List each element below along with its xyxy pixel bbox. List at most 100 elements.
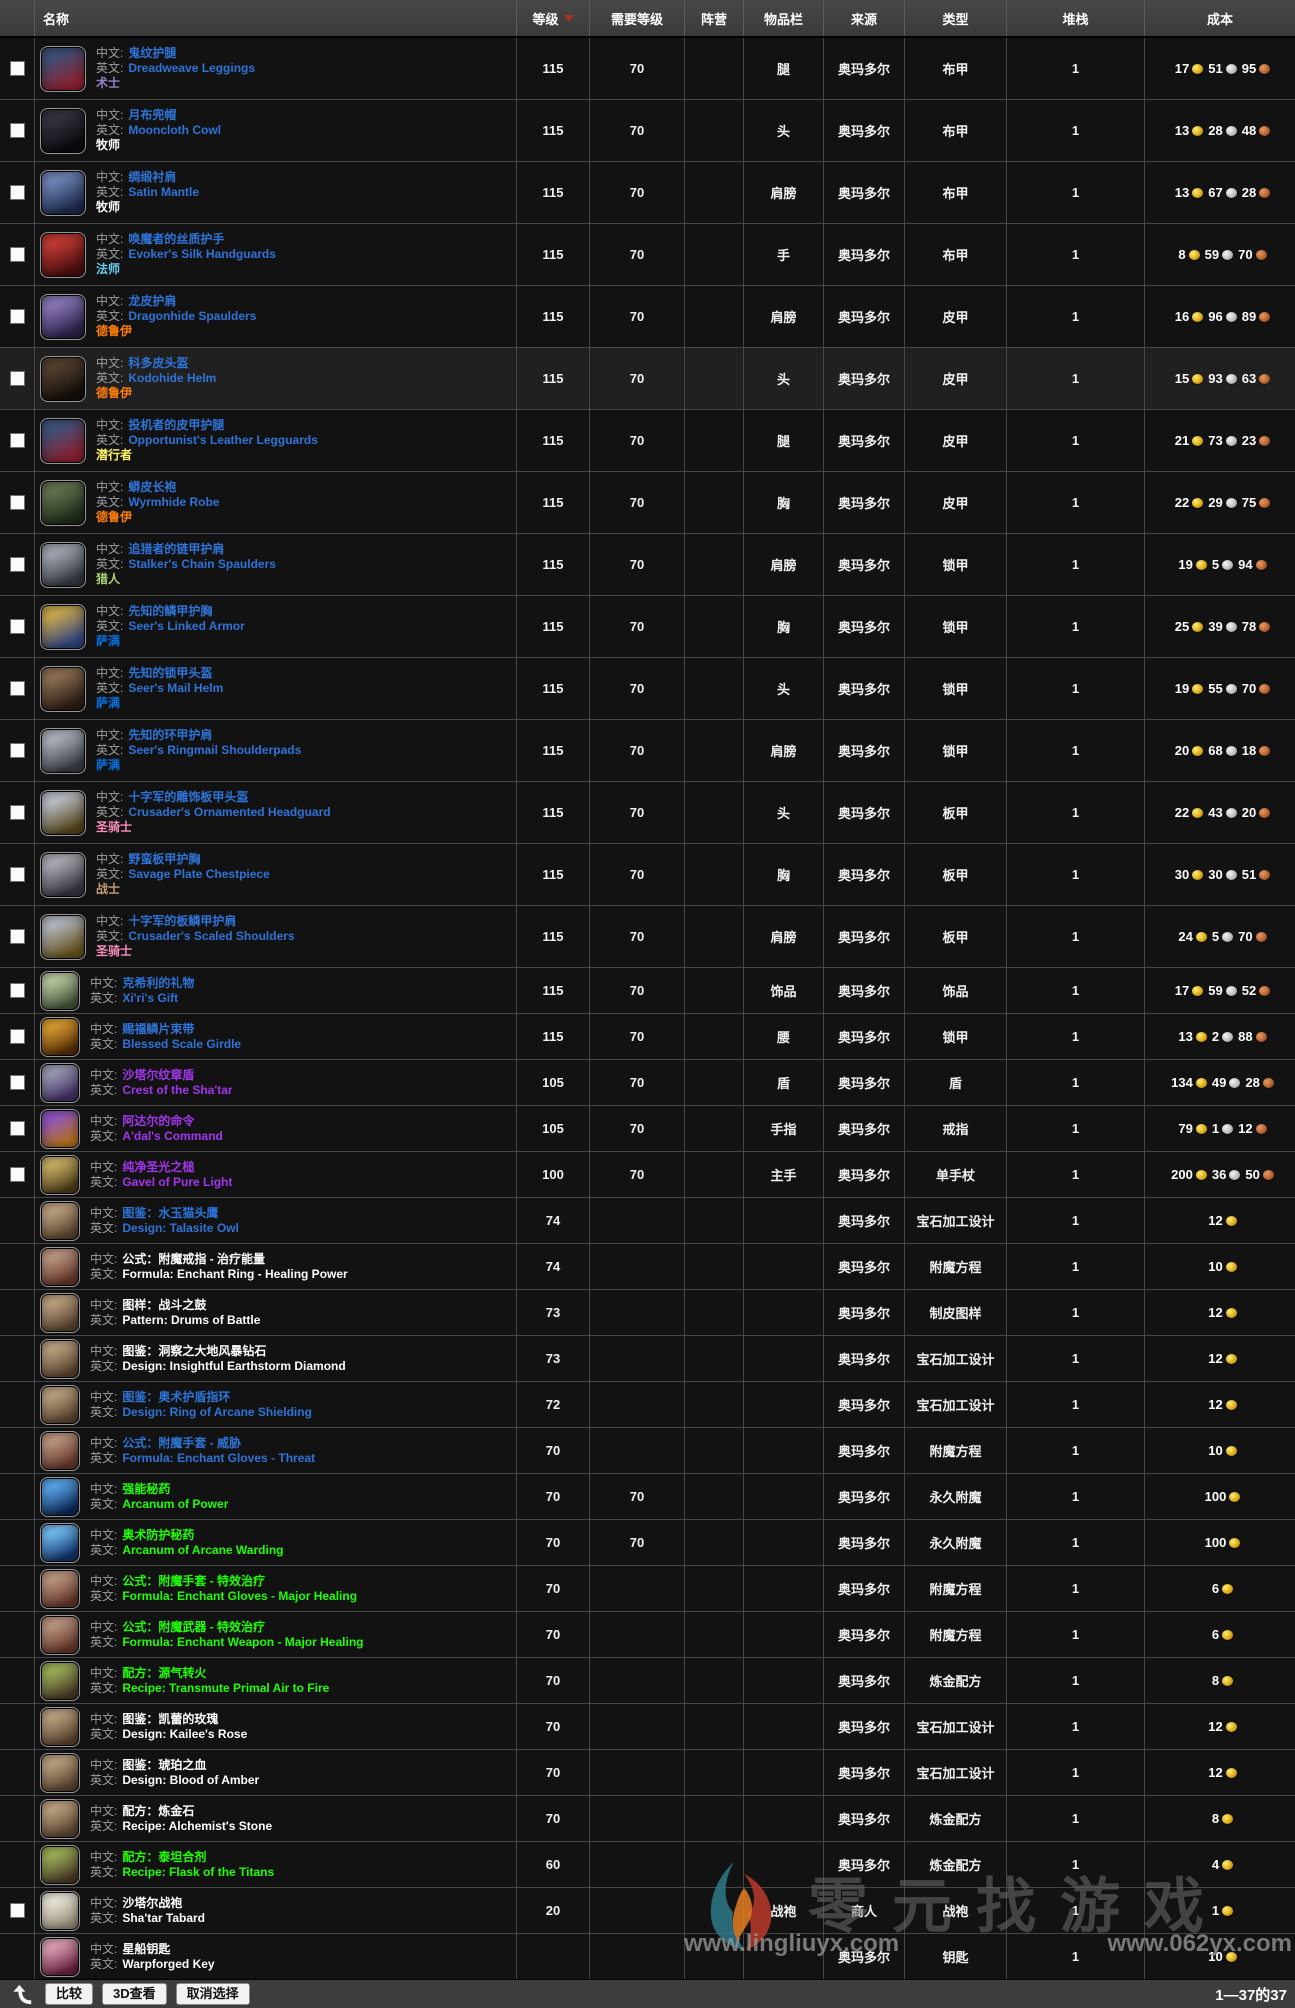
item-icon[interactable] <box>40 1063 80 1103</box>
item-icon[interactable] <box>40 1569 80 1609</box>
table-row[interactable]: 中文:绸缎衬肩英文:Satin Mantle牧师11570肩膀奥玛多尔布甲113… <box>0 161 1295 223</box>
table-row[interactable]: 中文:野蛮板甲护胸英文:Savage Plate Chestpiece战士115… <box>0 843 1295 905</box>
item-name-cn[interactable]: 图鉴：水玉猫头鹰 <box>122 1206 218 1220</box>
item-name-en[interactable]: Formula: Enchant Gloves - Major Healing <box>122 1589 357 1603</box>
table-row[interactable]: 中文:沙塔尔纹章盾英文:Crest of the Sha'tar10570盾奥玛… <box>0 1059 1295 1105</box>
item-name-cn[interactable]: 先知的鳞甲护胸 <box>128 604 212 618</box>
item-checkbox[interactable] <box>10 867 25 882</box>
item-icon[interactable] <box>40 1339 80 1379</box>
table-row[interactable]: 中文:图鉴：水玉猫头鹰英文:Design: Talasite Owl74奥玛多尔… <box>0 1197 1295 1243</box>
item-name-en[interactable]: Design: Talasite Owl <box>122 1221 238 1235</box>
item-name-en[interactable]: Crusader's Ornamented Headguard <box>128 805 330 819</box>
item-name-en[interactable]: Kodohide Helm <box>128 371 216 385</box>
item-name-en[interactable]: Arcanum of Arcane Warding <box>122 1543 283 1557</box>
table-row[interactable]: 中文:十字军的雕饰板甲头盔英文:Crusader's Ornamented He… <box>0 781 1295 843</box>
item-name-cn[interactable]: 先知的环甲护肩 <box>128 728 212 742</box>
item-name-en[interactable]: Crest of the Sha'tar <box>122 1083 232 1097</box>
item-icon[interactable] <box>40 1845 80 1885</box>
item-name-en[interactable]: Savage Plate Chestpiece <box>128 867 269 881</box>
item-icon[interactable] <box>40 1523 80 1563</box>
item-name-cn[interactable]: 图鉴：洞察之大地风暴钻石 <box>122 1344 266 1358</box>
item-icon[interactable] <box>40 1155 80 1195</box>
item-icon[interactable] <box>40 294 86 340</box>
table-row[interactable]: 中文:科多皮头盔英文:Kodohide Helm德鲁伊11570头奥玛多尔皮甲1… <box>0 347 1295 409</box>
item-icon[interactable] <box>40 542 86 588</box>
item-name-cn[interactable]: 阿达尔的命令 <box>122 1114 194 1128</box>
table-row[interactable]: 中文:月布兜帽英文:Mooncloth Cowl牧师11570头奥玛多尔布甲11… <box>0 99 1295 161</box>
table-row[interactable]: 中文:强能秘药英文:Arcanum of Power7070奥玛多尔永久附魔11… <box>0 1473 1295 1519</box>
item-name-en[interactable]: Seer's Linked Armor <box>128 619 244 633</box>
item-name-cn[interactable]: 蟒皮长袍 <box>128 480 176 494</box>
item-name-cn[interactable]: 绸缎衬肩 <box>128 170 176 184</box>
column-header-slot[interactable]: 物品栏 <box>743 0 823 36</box>
item-checkbox[interactable] <box>10 495 25 510</box>
item-checkbox[interactable] <box>10 185 25 200</box>
item-icon[interactable] <box>40 1477 80 1517</box>
table-row[interactable]: 中文:公式：附魔手套 - 威胁英文:Formula: Enchant Glove… <box>0 1427 1295 1473</box>
item-checkbox[interactable] <box>10 1167 25 1182</box>
item-name-cn[interactable]: 图鉴：凯蕾的玫瑰 <box>122 1712 218 1726</box>
item-icon[interactable] <box>40 1753 80 1793</box>
item-name-en[interactable]: Design: Insightful Earthstorm Diamond <box>122 1359 345 1373</box>
item-checkbox[interactable] <box>10 61 25 76</box>
table-row[interactable]: 中文:纯净圣光之槌英文:Gavel of Pure Light10070主手奥玛… <box>0 1151 1295 1197</box>
item-icon[interactable] <box>40 604 86 650</box>
item-icon[interactable] <box>40 232 86 278</box>
item-icon[interactable] <box>40 418 86 464</box>
item-icon[interactable] <box>40 852 86 898</box>
item-name-cn[interactable]: 野蛮板甲护胸 <box>128 852 200 866</box>
item-name-cn[interactable]: 追猎者的链甲护肩 <box>128 542 224 556</box>
item-icon[interactable] <box>40 1891 80 1931</box>
item-icon[interactable] <box>40 1431 80 1471</box>
item-icon[interactable] <box>40 1247 80 1287</box>
item-name-cn[interactable]: 唤魔者的丝质护手 <box>128 232 224 246</box>
item-name-cn[interactable]: 公式：附魔手套 - 特效治疗 <box>122 1574 265 1588</box>
table-row[interactable]: 中文:沙塔尔战袍英文:Sha'tar Tabard20战袍商人战袍11 <box>0 1887 1295 1933</box>
table-row[interactable]: 中文:蟒皮长袍英文:Wyrmhide Robe德鲁伊11570胸奥玛多尔皮甲12… <box>0 471 1295 533</box>
item-name-en[interactable]: Design: Blood of Amber <box>122 1773 259 1787</box>
item-checkbox[interactable] <box>10 743 25 758</box>
table-row[interactable]: 中文:阿达尔的命令英文:A'dal's Command10570手指奥玛多尔戒指… <box>0 1105 1295 1151</box>
item-name-cn[interactable]: 公式：附魔武器 - 特效治疗 <box>122 1620 265 1634</box>
table-row[interactable]: 中文:先知的锁甲头盔英文:Seer's Mail Helm萨满11570头奥玛多… <box>0 657 1295 719</box>
item-name-cn[interactable]: 奥术防护秘药 <box>122 1528 194 1542</box>
item-icon[interactable] <box>40 46 86 92</box>
table-row[interactable]: 中文:星船钥匙英文:Warpforged Key奥玛多尔钥匙110 <box>0 1933 1295 1979</box>
item-name-cn[interactable]: 先知的锁甲头盔 <box>128 666 212 680</box>
item-name-en[interactable]: Gavel of Pure Light <box>122 1175 232 1189</box>
item-name-en[interactable]: Warpforged Key <box>122 1957 214 1971</box>
compare-button[interactable]: 比较 <box>45 1983 93 2005</box>
table-row[interactable]: 中文:图鉴：凯蕾的玫瑰英文:Design: Kailee's Rose70奥玛多… <box>0 1703 1295 1749</box>
item-name-en[interactable]: Formula: Enchant Gloves - Threat <box>122 1451 315 1465</box>
item-checkbox[interactable] <box>10 371 25 386</box>
column-header-cost[interactable]: 成本 <box>1144 0 1295 36</box>
item-icon[interactable] <box>40 170 86 216</box>
item-icon[interactable] <box>40 1707 80 1747</box>
column-header-type[interactable]: 类型 <box>904 0 1006 36</box>
item-checkbox[interactable] <box>10 619 25 634</box>
item-name-en[interactable]: Seer's Ringmail Shoulderpads <box>128 743 301 757</box>
item-checkbox[interactable] <box>10 123 25 138</box>
item-name-en[interactable]: Xi'ri's Gift <box>122 991 178 1005</box>
item-icon[interactable] <box>40 666 86 712</box>
item-checkbox[interactable] <box>10 983 25 998</box>
item-name-en[interactable]: Mooncloth Cowl <box>128 123 221 137</box>
item-name-cn[interactable]: 图鉴：奥术护盾指环 <box>122 1390 230 1404</box>
table-row[interactable]: 中文:公式：附魔手套 - 特效治疗英文:Formula: Enchant Glo… <box>0 1565 1295 1611</box>
item-name-en[interactable]: Recipe: Alchemist's Stone <box>122 1819 272 1833</box>
item-icon[interactable] <box>40 1385 80 1425</box>
item-name-en[interactable]: Opportunist's Leather Legguards <box>128 433 318 447</box>
item-checkbox[interactable] <box>10 929 25 944</box>
table-row[interactable]: 中文:公式：附魔武器 - 特效治疗英文:Formula: Enchant Wea… <box>0 1611 1295 1657</box>
column-header-faction[interactable]: 阵营 <box>684 0 743 36</box>
item-checkbox[interactable] <box>10 1029 25 1044</box>
table-row[interactable]: 中文:配方：炼金石英文:Recipe: Alchemist's Stone70奥… <box>0 1795 1295 1841</box>
item-name-en[interactable]: Satin Mantle <box>128 185 199 199</box>
column-header-source[interactable]: 来源 <box>823 0 904 36</box>
item-name-en[interactable]: Recipe: Transmute Primal Air to Fire <box>122 1681 329 1695</box>
item-name-cn[interactable]: 配方：泰坦合剂 <box>122 1850 206 1864</box>
item-checkbox[interactable] <box>10 247 25 262</box>
item-name-en[interactable]: Design: Ring of Arcane Shielding <box>122 1405 312 1419</box>
item-name-en[interactable]: Crusader's Scaled Shoulders <box>128 929 294 943</box>
item-name-cn[interactable]: 十字军的板鳞甲护肩 <box>128 914 236 928</box>
